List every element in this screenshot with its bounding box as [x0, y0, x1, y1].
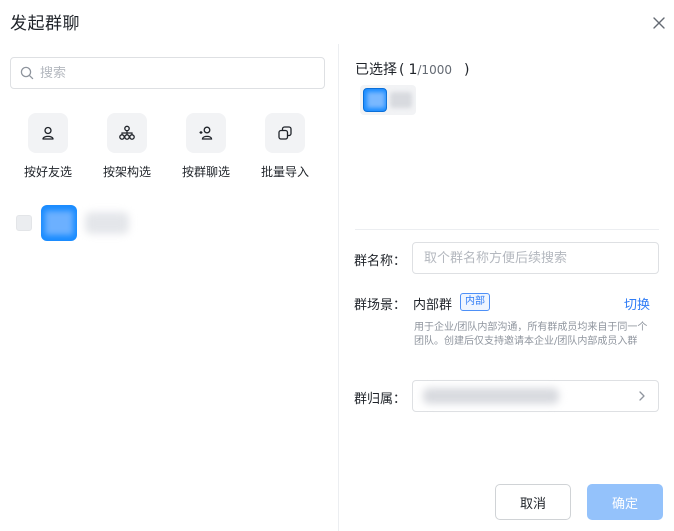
person-icon	[42, 126, 54, 140]
select-by-friends-label: 按好友选	[23, 165, 72, 179]
member-name-redacted	[85, 212, 129, 234]
scene-description: 用于企业/团队内部沟通，所有群成员均来自于同一个团队。创建后仅支持邀请本企业/团…	[414, 322, 648, 347]
org-structure-icon	[119, 125, 135, 140]
switch-scene-link[interactable]: 切换	[624, 294, 650, 313]
chevron-right-icon	[639, 391, 645, 401]
selected-open-paren: (	[399, 62, 405, 78]
search-icon	[20, 66, 34, 80]
select-by-org-icon-box	[107, 113, 147, 153]
member-row[interactable]	[16, 205, 326, 241]
selected-member-chip[interactable]	[360, 85, 416, 115]
group-owner-select[interactable]	[412, 380, 659, 412]
selected-total: /1000	[417, 63, 452, 77]
selected-label-text: 已选择	[355, 62, 397, 78]
select-by-group-icon-box	[186, 113, 226, 153]
selected-member-name-redacted	[390, 92, 412, 108]
group-owner-value-redacted	[423, 388, 559, 404]
batch-import-icon-box	[265, 113, 305, 153]
group-name-input[interactable]	[412, 242, 659, 274]
search-input[interactable]	[40, 65, 300, 81]
close-icon[interactable]	[650, 14, 668, 32]
internal-badge: 内部	[460, 293, 490, 311]
group-chat-icon	[199, 126, 213, 140]
search-box[interactable]	[10, 57, 325, 89]
select-by-group-label: 按群聊选	[181, 165, 230, 179]
select-by-org-button[interactable]: 按架构选	[87, 113, 167, 180]
select-by-friends-button[interactable]: 按好友选	[8, 113, 88, 180]
member-checkbox[interactable]	[16, 215, 32, 231]
cancel-button[interactable]: 取消	[495, 484, 571, 520]
selected-close-paren: )	[463, 62, 470, 78]
section-divider	[355, 229, 659, 230]
group-owner-label: 群归属：	[354, 392, 407, 407]
select-by-org-label: 按架构选	[102, 165, 151, 179]
member-avatar	[41, 205, 77, 241]
select-by-group-button[interactable]: 按群聊选	[166, 113, 246, 180]
selected-count-label: 已选择(1/1000)	[355, 59, 469, 79]
group-name-label: 群名称：	[354, 254, 407, 269]
select-by-friends-icon-box	[28, 113, 68, 153]
group-scene-label: 群场景：	[354, 298, 407, 313]
selected-member-avatar	[363, 88, 387, 112]
dialog-title: 发起群聊	[10, 14, 80, 34]
batch-import-icon	[278, 126, 292, 140]
confirm-button[interactable]: 确定	[587, 484, 663, 520]
create-group-dialog: 发起群聊 按好友选 按架构选	[0, 0, 674, 531]
panel-divider	[338, 44, 339, 531]
batch-import-label: 批量导入	[260, 165, 309, 179]
batch-import-button[interactable]: 批量导入	[245, 113, 325, 180]
group-scene-value: 内部群	[413, 298, 453, 313]
